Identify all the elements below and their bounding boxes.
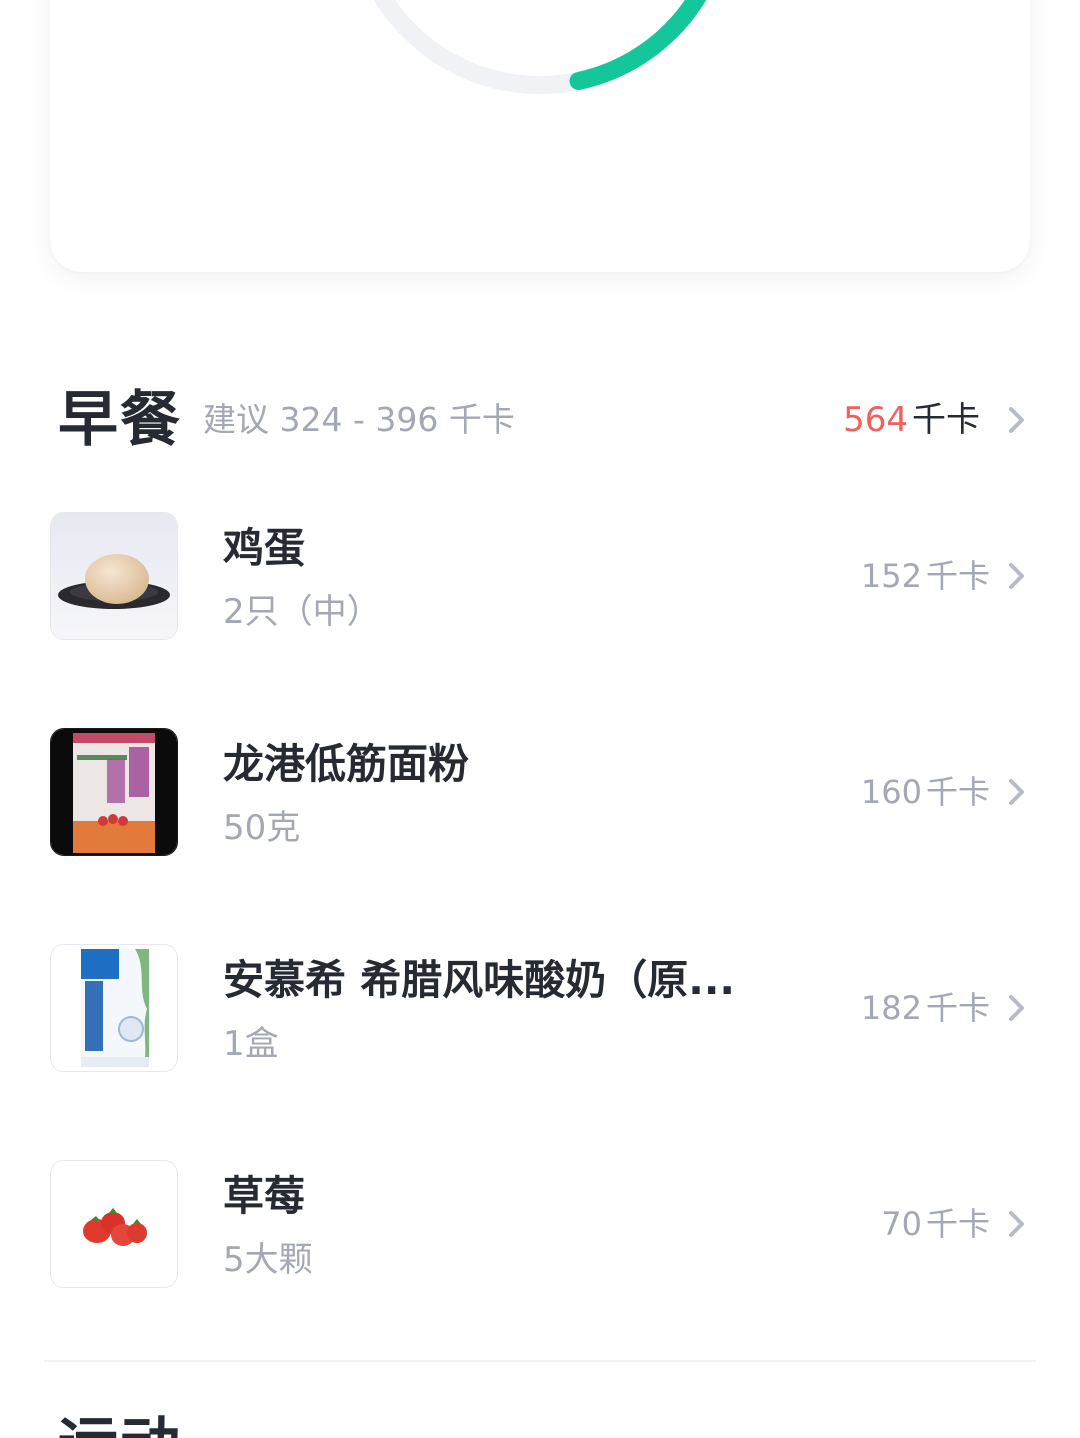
chevron-right-icon: [1009, 563, 1024, 589]
food-name: 安慕希 希腊风味酸奶（原...: [223, 956, 735, 1004]
chevron-right-icon[interactable]: [1002, 402, 1030, 438]
yogurt-box-photo: [50, 944, 178, 1072]
chevron-right-icon: [1009, 995, 1024, 1021]
diet-log-page: 早餐 建议 324 - 396 千卡 564 千卡 鸡蛋 2只（中） 152 千…: [0, 0, 1080, 1438]
exercise-section-title: 运动: [58, 1410, 182, 1438]
food-name: 鸡蛋: [223, 524, 305, 572]
food-calories-value: 152: [860, 557, 922, 595]
strawberries-photo: [50, 1160, 178, 1288]
food-item-strawberry[interactable]: 草莓 5大颗 70 千卡: [50, 1160, 1030, 1290]
food-calories-unit: 千卡: [925, 1205, 990, 1243]
food-calories-unit: 千卡: [925, 557, 990, 595]
food-amount: 5大颗: [223, 1240, 313, 1280]
food-item-egg[interactable]: 鸡蛋 2只（中） 152 千卡: [50, 512, 1030, 642]
calorie-summary-card[interactable]: [50, 0, 1030, 272]
food-amount: 1盒: [223, 1024, 279, 1064]
food-item-yogurt[interactable]: 安慕希 希腊风味酸奶（原... 1盒 182 千卡: [50, 944, 1030, 1074]
calorie-progress-ring: [373, 0, 707, 94]
food-calories-unit: 千卡: [925, 773, 990, 811]
food-calories-unit: 千卡: [925, 989, 990, 1027]
food-name: 龙港低筋面粉: [223, 740, 469, 788]
food-calories: 152 千卡: [861, 554, 990, 598]
breakfast-header[interactable]: 早餐 建议 324 - 396 千卡 564 千卡: [58, 378, 1030, 462]
food-item-flour[interactable]: 龙港低筋面粉 50克 160 千卡: [50, 728, 1030, 858]
flour-bag-photo: [50, 728, 178, 856]
food-calories: 160 千卡: [861, 770, 990, 814]
chevron-right-icon: [1009, 1211, 1024, 1237]
food-calories-value: 70: [881, 1205, 922, 1243]
food-calories-value: 160: [860, 773, 922, 811]
egg-photo: [50, 512, 178, 640]
breakfast-total-value: 564: [843, 400, 908, 440]
food-amount: 2只（中）: [223, 592, 381, 632]
breakfast-total-calories: 564 千卡: [843, 398, 980, 442]
section-divider: [44, 1360, 1036, 1362]
food-amount: 50克: [223, 808, 301, 848]
breakfast-suggested-range: 建议 324 - 396 千卡: [203, 400, 515, 439]
food-calories: 70 千卡: [881, 1202, 990, 1246]
breakfast-title: 早餐: [58, 385, 182, 455]
food-name: 草莓: [223, 1172, 305, 1220]
food-calories-value: 182: [860, 989, 922, 1027]
chevron-right-icon: [1009, 779, 1024, 805]
food-calories: 182 千卡: [861, 986, 990, 1030]
breakfast-total-unit: 千卡: [912, 400, 980, 440]
progress-ring-arc: [569, 0, 707, 90]
